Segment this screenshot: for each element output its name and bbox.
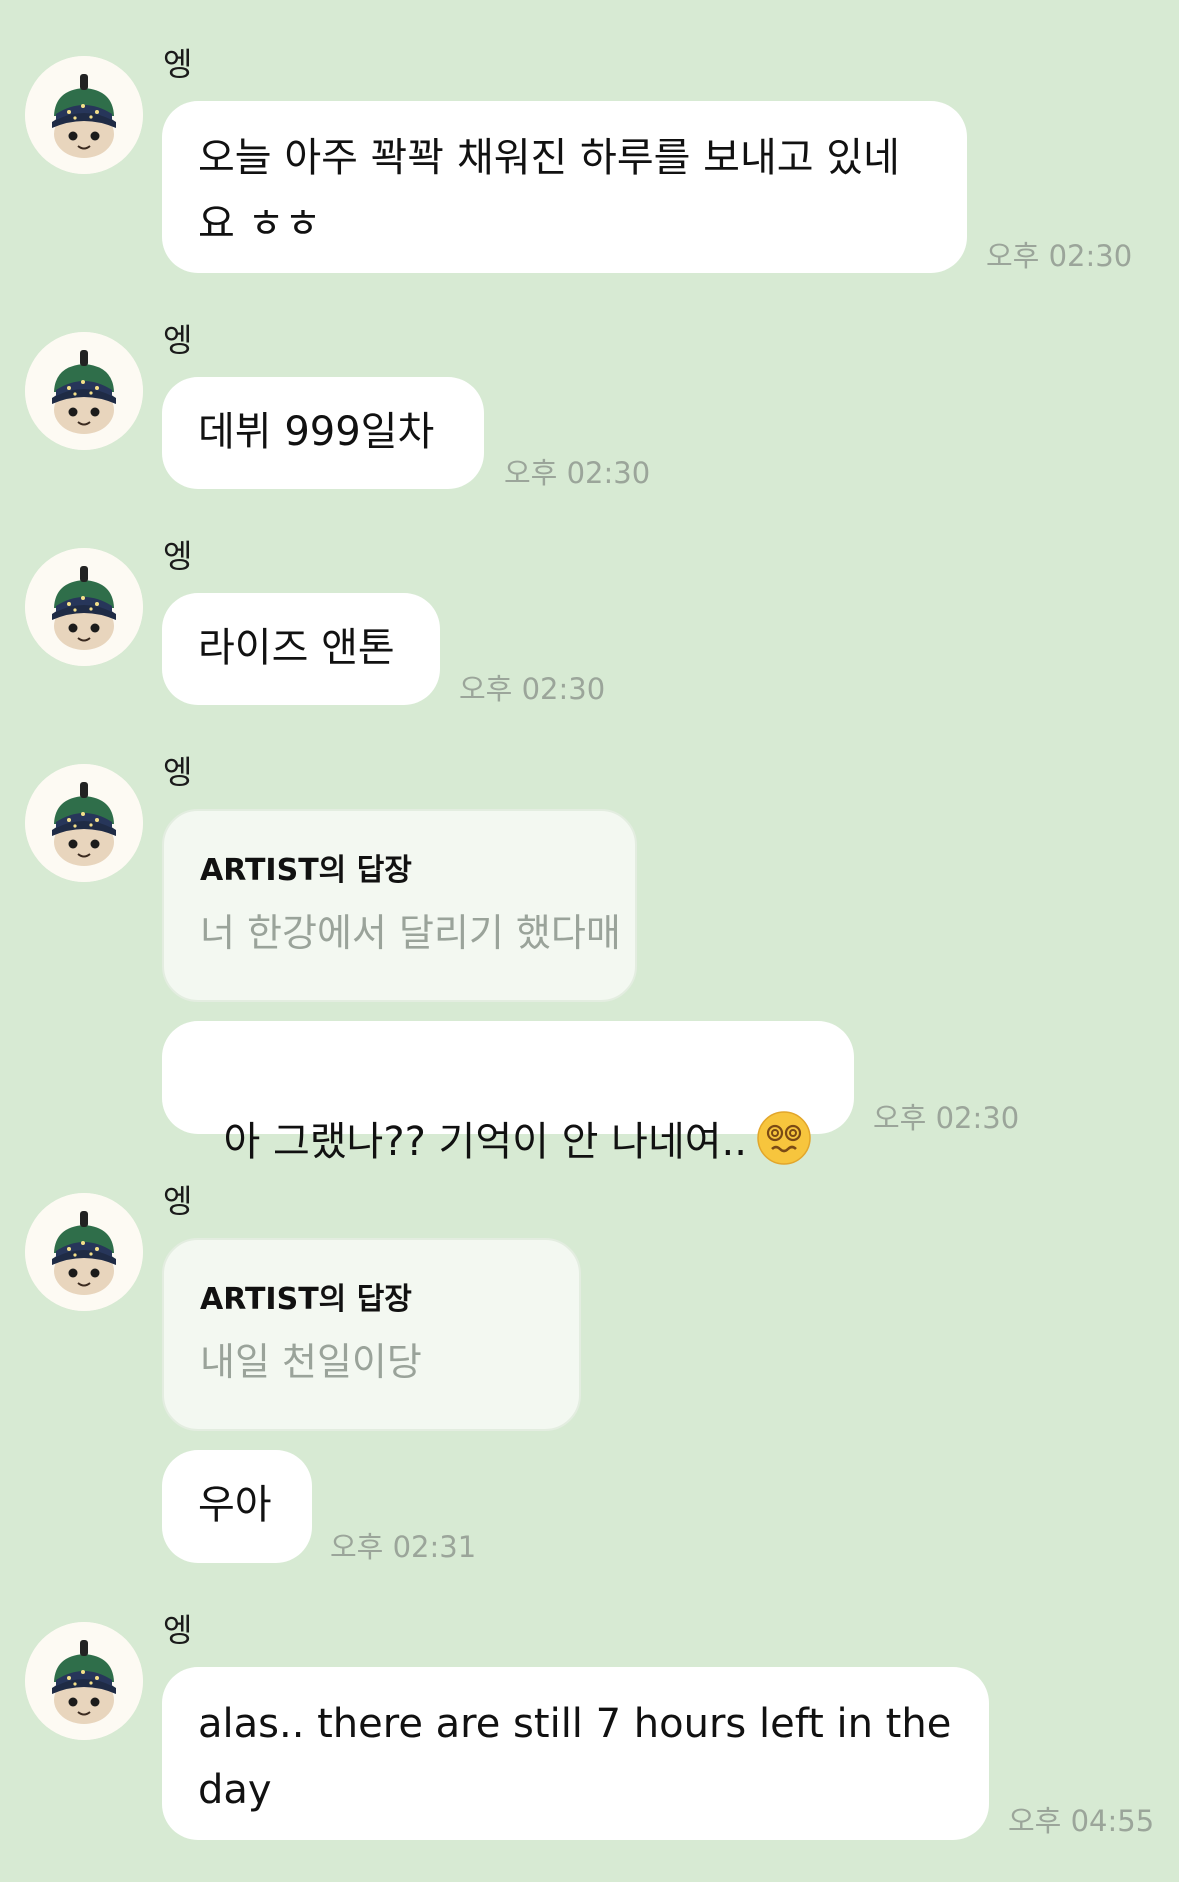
message-time: 오후 02:30 [459, 672, 606, 706]
avatar[interactable] [25, 332, 143, 450]
message-bubble[interactable]: alas.. there are still 7 hours left in t… [162, 1667, 989, 1840]
avatar-image [25, 332, 143, 450]
avatar-image [25, 1622, 143, 1740]
message-bubble[interactable]: 데뷔 999일차 [162, 377, 484, 489]
message-bubble[interactable]: 오늘 아주 꽉꽉 채워진 하루를 보내고 있네 요 ㅎㅎ [162, 101, 967, 273]
message-bubble[interactable]: 우아 [162, 1450, 312, 1563]
sender-name: 엥 [163, 45, 193, 83]
message-time: 오후 02:30 [873, 1101, 1020, 1135]
sender-name: 엥 [163, 1611, 193, 1649]
avatar-image [25, 56, 143, 174]
reply-quote[interactable]: ARTIST의 답장 너 한강에서 달리기 했다매 [162, 809, 637, 1002]
message-time: 오후 04:55 [1008, 1804, 1155, 1838]
avatar[interactable] [25, 548, 143, 666]
sender-name: 엥 [163, 321, 193, 359]
reply-text: 내일 천일이당 [200, 1340, 422, 1384]
reply-text: 너 한강에서 달리기 했다매 [200, 911, 621, 955]
reply-title: ARTIST의 답장 [200, 1282, 412, 1317]
sender-name: 엥 [163, 537, 193, 575]
reply-quote[interactable]: ARTIST의 답장 내일 천일이당 [162, 1238, 581, 1431]
avatar-image [25, 548, 143, 666]
avatar[interactable] [25, 764, 143, 882]
avatar[interactable] [25, 1193, 143, 1311]
message-bubble[interactable]: 아 그랬나?? 기억이 안 나네여.. [162, 1021, 854, 1134]
message-bubble[interactable]: 라이즈 앤톤 [162, 593, 440, 705]
avatar-image [25, 764, 143, 882]
reply-title: ARTIST의 답장 [200, 853, 412, 888]
message-time: 오후 02:30 [986, 239, 1133, 273]
message-text: 아 그랬나?? 기억이 안 나네여.. [223, 1119, 747, 1165]
avatar[interactable] [25, 1622, 143, 1740]
message-time: 오후 02:30 [504, 456, 651, 490]
sender-name: 엥 [163, 753, 193, 791]
message-time: 오후 02:31 [330, 1530, 477, 1564]
sender-name: 엥 [163, 1182, 193, 1220]
avatar[interactable] [25, 56, 143, 174]
avatar-image [25, 1193, 143, 1311]
dizzy-face-emoji-icon [757, 1111, 811, 1165]
